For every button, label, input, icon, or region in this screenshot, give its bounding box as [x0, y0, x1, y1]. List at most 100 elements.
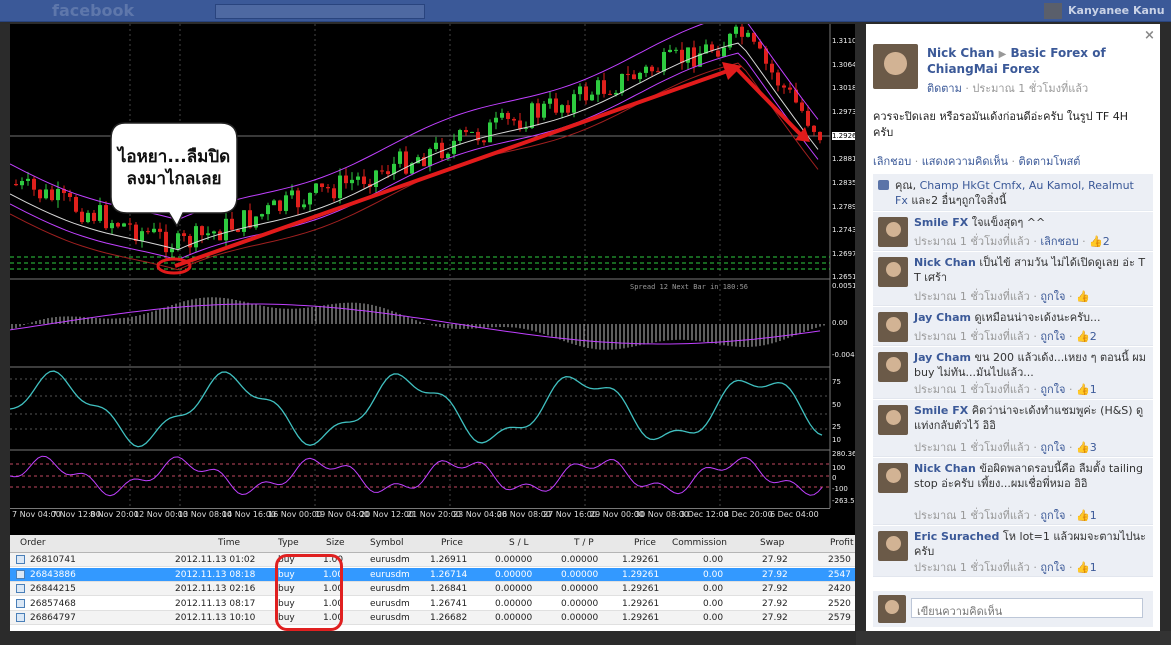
commenter-avatar[interactable] — [878, 463, 908, 493]
cell-profit: 2547 — [828, 569, 851, 580]
like-count[interactable]: 1 — [1090, 561, 1097, 574]
follow-post-link[interactable]: ติดตามโพสต์ — [1019, 155, 1081, 168]
candle-body — [158, 228, 162, 232]
speech-bubble: ไอหยา...ลืมปิด ลงมาไกลเลย — [107, 119, 241, 227]
commenter-avatar[interactable] — [878, 217, 908, 247]
candle-body — [68, 193, 72, 198]
comment-time[interactable]: ประมาณ 1 ชั่วโมงที่แล้ว — [914, 290, 1030, 303]
facebook-logo[interactable]: facebook — [52, 1, 134, 20]
user-avatar[interactable] — [1044, 3, 1062, 19]
col-symbol[interactable]: Symbol — [370, 538, 404, 548]
cell-time: 2012.11.13 08:17 — [175, 598, 256, 609]
cell-symbol: eurusdm — [370, 613, 410, 623]
candle-body — [200, 226, 204, 236]
candle-body — [212, 231, 216, 234]
commenter-avatar[interactable] — [878, 352, 908, 382]
candle-body — [608, 93, 612, 95]
comment-link[interactable]: แสดงความคิดเห็น — [922, 155, 1008, 168]
candle-body — [278, 200, 282, 211]
post-time[interactable]: ประมาณ 1 ชั่วโมงที่แล้ว — [972, 82, 1088, 95]
table-row[interactable]: 26864797 2012.11.13 10:10 buy 1.00 eurusdm 1.… — [10, 611, 855, 625]
comment-time[interactable]: ประมาณ 1 ชั่วโมงที่แล้ว — [914, 383, 1030, 396]
table-row[interactable]: 26844215 2012.11.13 02:16 buy 1.00 eurusdm 1.… — [10, 582, 855, 596]
comment-like-link[interactable]: ถูกใจ — [1040, 561, 1065, 574]
cell-price2: 1.29261 — [622, 613, 660, 623]
candle-body — [260, 214, 264, 217]
comment-time[interactable]: ประมาณ 1 ชั่วโมงที่แล้ว — [914, 235, 1030, 248]
col-time[interactable]: Time — [218, 538, 240, 548]
comment-time[interactable]: ประมาณ 1 ชั่วโมงที่แล้ว — [914, 509, 1030, 522]
table-row[interactable]: 26810741 2012.11.13 01:02 buy 1.00 eurusdm 1.… — [10, 553, 855, 567]
cell-swap: 27.92 — [762, 613, 788, 623]
col-current-price[interactable]: Price — [634, 538, 656, 548]
candle-body — [182, 233, 186, 236]
candle-body — [674, 49, 678, 51]
commenter-name[interactable]: Jay Cham — [914, 351, 971, 364]
candle-body — [44, 189, 48, 199]
col-tp[interactable]: T / P — [574, 538, 594, 548]
comment-like-link[interactable]: ถูกใจ — [1040, 441, 1065, 454]
like-count[interactable]: 1 — [1090, 509, 1097, 522]
candle-body — [134, 224, 138, 241]
candle-body — [50, 189, 54, 201]
comment-like-link[interactable]: ถูกใจ — [1040, 330, 1065, 343]
cell-time: 2012.11.13 10:10 — [175, 613, 256, 623]
candle-body — [314, 183, 318, 193]
candle-body — [776, 72, 780, 86]
commenter-avatar[interactable] — [878, 312, 908, 342]
candle-body — [632, 74, 636, 80]
cell-price: 1.26911 — [430, 555, 468, 565]
like-count[interactable]: 3 — [1090, 441, 1097, 454]
comment-like-link[interactable]: เลิกชอบ — [1040, 235, 1078, 248]
close-icon[interactable]: × — [1144, 28, 1155, 43]
comment-like-link[interactable]: ถูกใจ — [1040, 290, 1065, 303]
commenter-name[interactable]: Nick Chan — [914, 256, 976, 269]
like-count[interactable]: 2 — [1103, 235, 1110, 248]
col-sl[interactable]: S / L — [509, 538, 528, 548]
comment-meta: ประมาณ 1 ชั่วโมงที่แล้ว · ถูกใจ · 👍1 — [914, 509, 1097, 522]
author-avatar[interactable] — [873, 44, 918, 89]
col-order[interactable]: Order — [20, 538, 46, 548]
commenter-name[interactable]: Jay Cham — [914, 311, 971, 324]
likes-suffix[interactable]: และ2 อื่นๆถูกใจสิ่งนี้ — [911, 194, 1006, 207]
cell-order: 26843886 — [30, 569, 76, 580]
comment-time[interactable]: ประมาณ 1 ชั่วโมงที่แล้ว — [914, 330, 1030, 343]
comment-time[interactable]: ประมาณ 1 ชั่วโมงที่แล้ว — [914, 561, 1030, 574]
col-type[interactable]: Type — [278, 538, 299, 548]
col-profit[interactable]: Profit — [830, 538, 853, 548]
search-input[interactable] — [215, 4, 425, 19]
stoch-label: 75 — [832, 378, 841, 386]
commenter-name[interactable]: Nick Chan — [914, 462, 976, 475]
follow-link[interactable]: ติดตาม — [927, 82, 962, 95]
table-row[interactable]: 26857468 2012.11.13 08:17 buy 1.00 eurusdm 1.… — [10, 597, 855, 611]
table-row[interactable]: 26843886 2012.11.13 08:18 buy 1.00 eurusdm 1.… — [10, 567, 855, 582]
col-price[interactable]: Price — [441, 538, 463, 548]
col-swap[interactable]: Swap — [760, 538, 784, 548]
user-name-link[interactable]: Kanyanee Kanu — [1068, 4, 1165, 17]
like-count[interactable]: 2 — [1090, 330, 1097, 343]
commenter-name[interactable]: Smile FX — [914, 216, 968, 229]
comment-time[interactable]: ประมาณ 1 ชั่วโมงที่แล้ว — [914, 441, 1030, 454]
time-label: 20 Nov 12:00 — [360, 510, 414, 519]
candle-body — [734, 26, 738, 34]
cell-time: 2012.11.13 08:18 — [175, 569, 256, 580]
commenter-avatar[interactable] — [878, 531, 908, 561]
comment-item: Nick Chan ข้อผิดพลาดรอบนี้คือ ลืมตั้ง ta… — [873, 458, 1153, 525]
cell-price: 1.26714 — [430, 569, 468, 580]
comment-like-link[interactable]: ถูกใจ — [1040, 383, 1065, 396]
trading-chart — [10, 24, 855, 535]
candle-body — [488, 122, 492, 143]
col-commission[interactable]: Commission — [672, 538, 727, 548]
author-link[interactable]: Nick Chan — [927, 46, 994, 60]
commenter-avatar[interactable] — [878, 257, 908, 287]
commenter-avatar[interactable] — [878, 405, 908, 435]
commenter-name[interactable]: Smile FX — [914, 404, 968, 417]
unlike-link[interactable]: เลิกชอบ — [873, 155, 911, 168]
col-size[interactable]: Size — [326, 538, 344, 548]
price-label: 1.30180 — [832, 84, 855, 92]
comment-input[interactable]: เขียนความคิดเห็น — [911, 598, 1143, 618]
like-count[interactable]: 1 — [1090, 383, 1097, 396]
commenter-name[interactable]: Eric Surached — [914, 530, 999, 543]
comment-like-link[interactable]: ถูกใจ — [1040, 509, 1065, 522]
comment-body: ใจแข็งสุดๆ ^^ — [971, 216, 1046, 229]
